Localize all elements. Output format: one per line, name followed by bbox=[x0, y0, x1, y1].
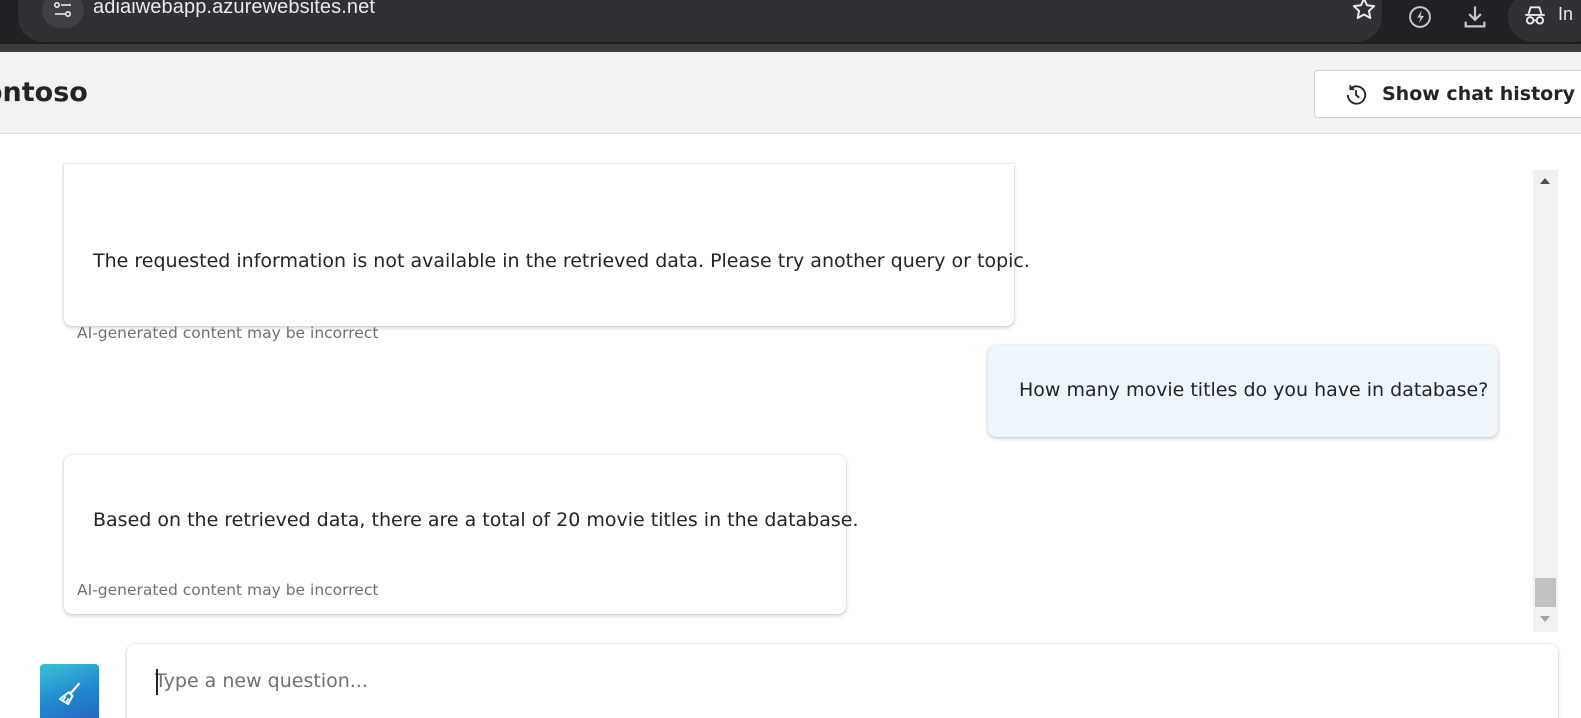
question-input-container[interactable] bbox=[127, 644, 1558, 718]
question-input[interactable] bbox=[155, 666, 1535, 696]
text-caret bbox=[156, 669, 158, 695]
user-message-text: How many movie titles do you have in dat… bbox=[1019, 379, 1489, 401]
ai-disclaimer: AI-generated content may be incorrect bbox=[77, 581, 379, 599]
scroll-down-arrow-icon[interactable] bbox=[1540, 616, 1550, 622]
assistant-message: The requested information is not availab… bbox=[64, 164, 1030, 342]
show-chat-history-button[interactable]: Show chat history bbox=[1314, 70, 1581, 118]
app-title: ontoso bbox=[0, 77, 88, 108]
show-chat-history-label: Show chat history bbox=[1382, 83, 1575, 105]
ai-disclaimer: AI-generated content may be incorrect bbox=[77, 324, 379, 342]
assistant-answer-text: The requested information is not availab… bbox=[93, 250, 1030, 272]
address-bar[interactable]: adiaiwebapp.azurewebsites.net bbox=[18, 0, 1382, 42]
url-text[interactable]: adiaiwebapp.azurewebsites.net bbox=[93, 0, 375, 19]
app-header: ontoso Show chat history bbox=[0, 52, 1581, 134]
user-message: How many movie titles do you have in dat… bbox=[988, 345, 1498, 437]
scroll-up-arrow-icon[interactable] bbox=[1540, 178, 1550, 184]
scroll-thumb[interactable] bbox=[1535, 578, 1556, 607]
chat-messages: The requested information is not availab… bbox=[0, 134, 1581, 634]
incognito-icon bbox=[1525, 6, 1545, 25]
browser-toolbar: adiaiwebapp.azurewebsites.net In bbox=[0, 0, 1581, 52]
clear-chat-button[interactable] bbox=[40, 664, 99, 718]
chat-scrollbar[interactable] bbox=[1533, 170, 1558, 632]
profile-label: In bbox=[1558, 4, 1574, 24]
history-icon bbox=[1346, 85, 1367, 105]
performance-icon[interactable] bbox=[1406, 3, 1434, 35]
download-icon[interactable] bbox=[1461, 3, 1489, 35]
site-info-icon[interactable] bbox=[42, 0, 84, 28]
star-icon[interactable] bbox=[1350, 0, 1378, 27]
broom-icon bbox=[59, 682, 80, 705]
profile-button[interactable]: In bbox=[1508, 0, 1581, 42]
assistant-answer-text: Based on the retrieved data, there are a… bbox=[93, 509, 859, 531]
assistant-message: Based on the retrieved data, there are a… bbox=[64, 455, 859, 614]
